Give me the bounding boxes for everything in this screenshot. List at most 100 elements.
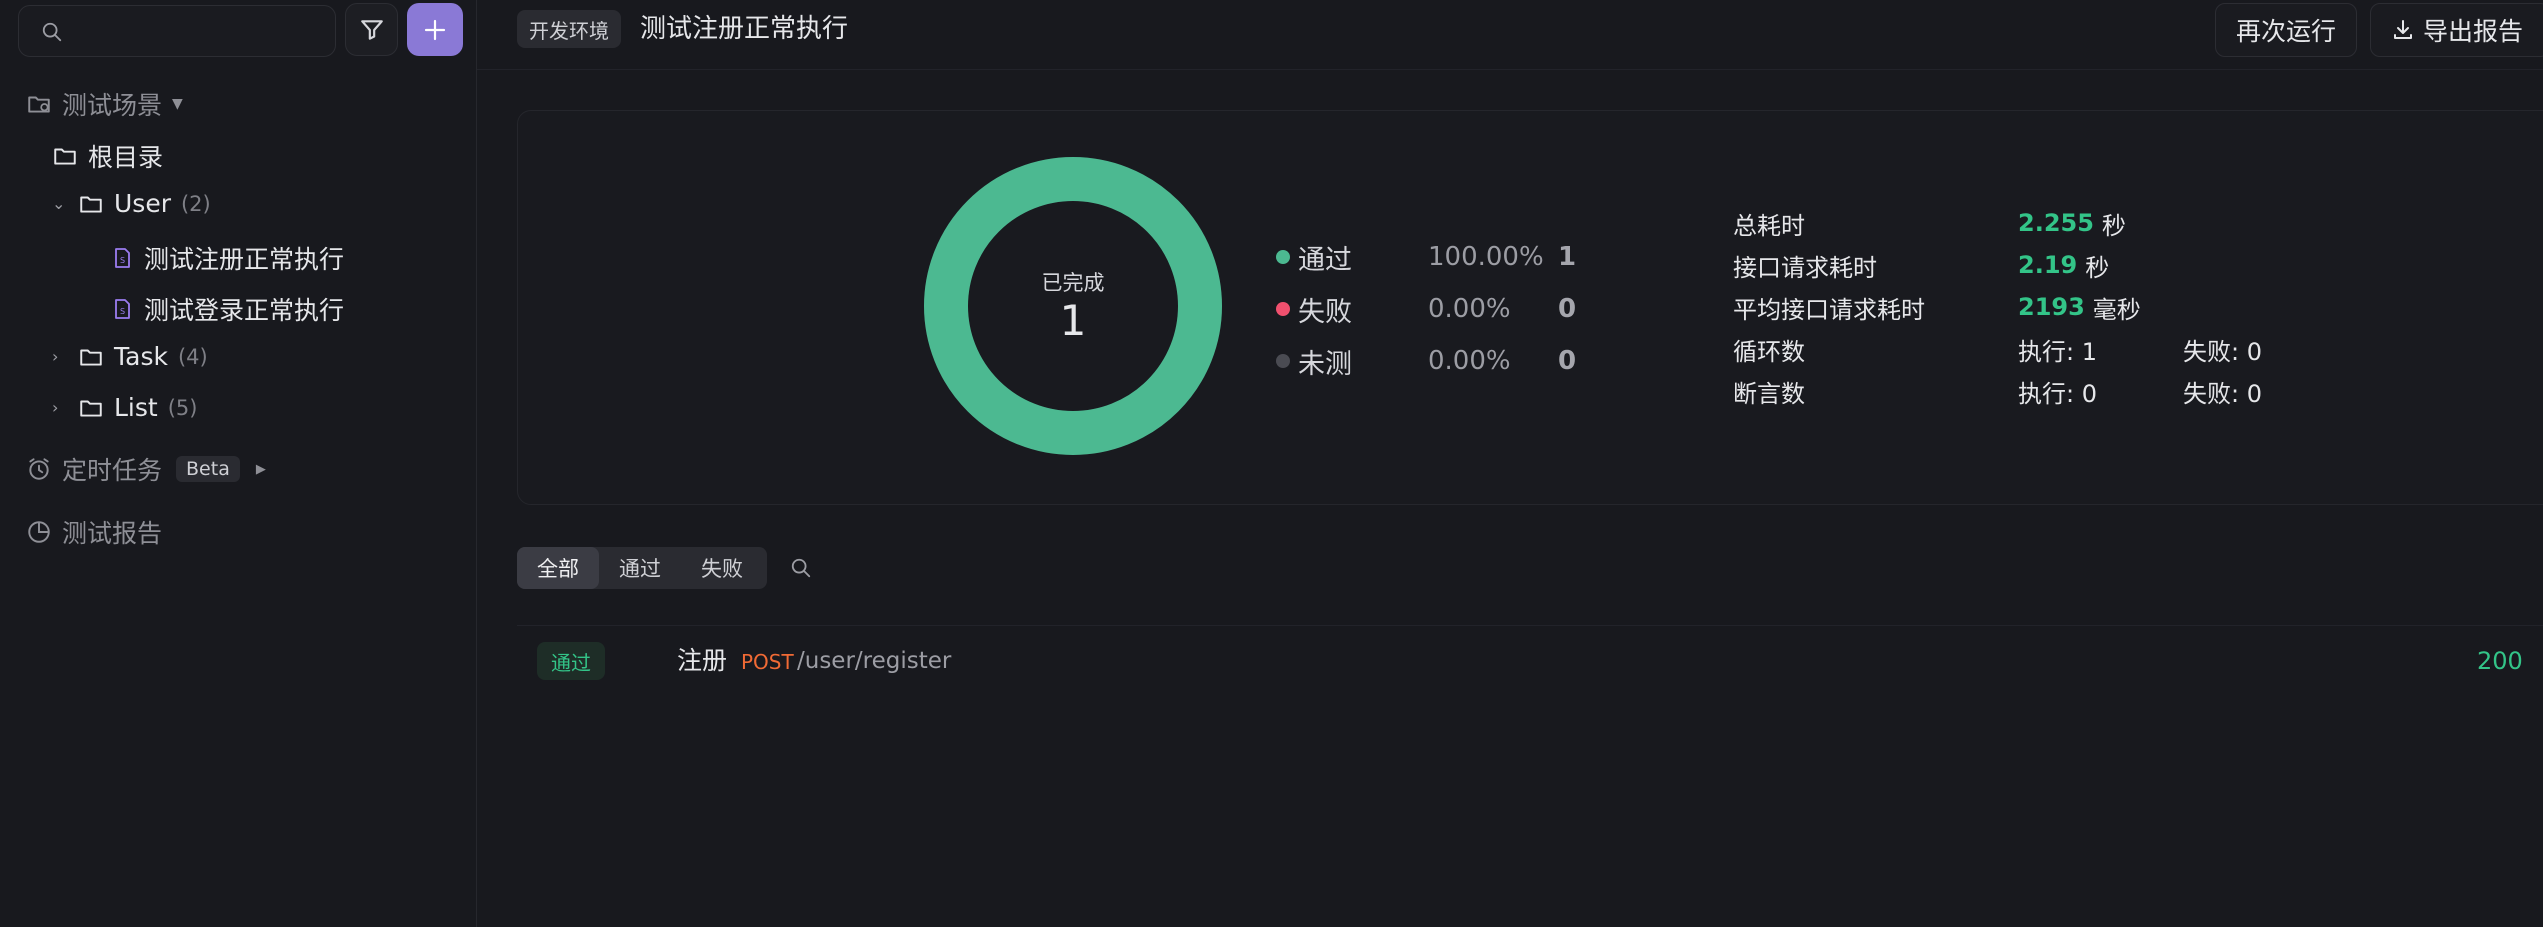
stat-key: 断言数 xyxy=(1733,379,1805,408)
add-button[interactable] xyxy=(407,3,463,56)
tree-item-list[interactable]: › List (5) xyxy=(52,393,197,422)
folder-icon xyxy=(80,196,102,213)
tree-item-label: User xyxy=(114,189,171,218)
legend-count: 0 xyxy=(1558,346,1577,376)
tree-item-label: Task xyxy=(114,342,168,371)
tab-all[interactable]: 全部 xyxy=(517,547,599,589)
tab-fail[interactable]: 失败 xyxy=(681,547,763,589)
status-badge: 通过 xyxy=(537,642,605,680)
test-case-icon: S xyxy=(115,248,130,268)
stat-value: 2193 xyxy=(2018,293,2085,321)
donut-center-value: 1 xyxy=(1059,296,1087,345)
test-case-icon: S xyxy=(115,299,130,319)
caret-down-icon: ▼ xyxy=(172,96,183,112)
search-input[interactable] xyxy=(73,16,323,48)
stat-value: 2.19 xyxy=(2018,251,2078,279)
section-test-reports[interactable]: 测试报告 xyxy=(26,514,162,550)
stat-assertions: 断言数 执行: 0 失败: 0 xyxy=(1733,373,2262,409)
tree-item-label: List xyxy=(114,393,158,422)
folder-icon xyxy=(54,148,76,165)
search-box[interactable] xyxy=(18,5,336,57)
chevron-down-icon: ⌄ xyxy=(52,194,66,213)
tree-item-count: (5) xyxy=(167,395,198,420)
section-scheduled-tasks[interactable]: 定时任务 Beta ▶ xyxy=(26,451,266,487)
tree-item-label: 测试登录正常执行 xyxy=(144,296,345,325)
svg-text:S: S xyxy=(120,256,125,265)
legend-percent: 0.00% xyxy=(1428,346,1511,376)
legend-count: 1 xyxy=(1558,242,1577,272)
stat-unit: 毫秒 xyxy=(2092,295,2141,324)
export-report-button[interactable]: 导出报告 xyxy=(2370,3,2543,57)
section-test-scenarios[interactable]: 测试场景 ▼ xyxy=(26,86,183,122)
tree-item-task[interactable]: › Task (4) xyxy=(52,342,208,371)
top-bar: 开发环境 测试注册正常执行 再次运行 导出报告 xyxy=(477,0,2543,70)
stat-fail: 失败: 0 xyxy=(2183,379,2262,408)
legend-fail: 失败 0.00% 0 xyxy=(1276,289,1598,329)
tree-item-label: 根目录 xyxy=(88,143,164,172)
stat-key: 循环数 xyxy=(1733,337,1805,366)
legend-pass: 通过 100.00% 1 xyxy=(1276,237,1598,277)
rerun-label: 再次运行 xyxy=(2236,17,2337,46)
stat-exec: 执行: 0 xyxy=(2018,379,2097,408)
stat-key: 平均接口请求耗时 xyxy=(1733,295,1925,324)
svg-text:S: S xyxy=(120,307,125,316)
legend-count: 0 xyxy=(1558,294,1577,324)
stat-fail: 失败: 0 xyxy=(2183,337,2262,366)
legend-untested: 未测 0.00% 0 xyxy=(1276,341,1598,381)
stat-value: 2.255 xyxy=(2018,209,2094,237)
caret-right-icon: ▶ xyxy=(255,461,266,477)
stat-avg-request-time: 平均接口请求耗时 2193 毫秒 xyxy=(1733,289,2141,325)
stat-key: 接口请求耗时 xyxy=(1733,253,1877,282)
tab-pass[interactable]: 通过 xyxy=(599,547,681,589)
legend-label: 未测 xyxy=(1298,348,1352,380)
alarm-clock-icon xyxy=(29,458,49,480)
search-icon[interactable] xyxy=(790,557,812,579)
legend-percent: 0.00% xyxy=(1428,294,1511,324)
donut-center: 已完成 1 xyxy=(923,156,1223,456)
chevron-right-icon: › xyxy=(52,347,59,366)
summary-card: 已完成 1 通过 100.00% 1 失败 0.00% 0 未测 0.00% 0… xyxy=(517,110,2543,505)
tree-item-case-login[interactable]: S 测试登录正常执行 xyxy=(110,291,344,327)
download-icon xyxy=(2394,20,2412,39)
filter-button[interactable] xyxy=(345,3,398,56)
beta-badge: Beta xyxy=(176,456,240,482)
stat-unit: 秒 xyxy=(2101,211,2126,240)
section-label: 测试场景 xyxy=(62,91,163,120)
export-label: 导出报告 xyxy=(2423,17,2524,46)
rerun-button[interactable]: 再次运行 xyxy=(2215,3,2358,57)
tree-item-user[interactable]: ⌄ User (2) xyxy=(52,189,211,218)
filter-icon xyxy=(360,19,383,40)
stat-request-time: 接口请求耗时 2.19 秒 xyxy=(1733,247,2109,283)
request-path: /user/register xyxy=(797,648,952,674)
donut-center-label: 已完成 xyxy=(1041,271,1105,295)
stat-exec: 执行: 1 xyxy=(2018,337,2097,366)
folder-icon xyxy=(80,400,102,417)
pass-dot-icon xyxy=(1276,250,1290,264)
legend-percent: 100.00% xyxy=(1428,242,1544,272)
stat-total-time: 总耗时 2.255 秒 xyxy=(1733,205,2126,241)
stat-unit: 秒 xyxy=(2085,253,2110,282)
divider xyxy=(517,625,2543,626)
tree-item-case-register[interactable]: S 测试注册正常执行 xyxy=(110,240,344,276)
tree-item-count: (4) xyxy=(177,344,208,369)
legend-label: 通过 xyxy=(1298,244,1352,276)
stat-loops: 循环数 执行: 1 失败: 0 xyxy=(1733,331,2262,367)
response-status-code: 200 xyxy=(2477,647,2523,675)
stat-key: 总耗时 xyxy=(1733,211,1805,240)
untested-dot-icon xyxy=(1276,354,1290,368)
folder-icon xyxy=(80,349,102,366)
request-method: POST xyxy=(741,650,794,674)
fail-dot-icon xyxy=(1276,302,1290,316)
request-name: 注册 xyxy=(677,646,728,675)
section-label: 测试报告 xyxy=(62,519,163,548)
result-filter-tabs: 全部 通过 失败 xyxy=(517,547,767,589)
pie-chart-icon xyxy=(28,521,50,543)
tree-item-root[interactable]: 根目录 xyxy=(52,138,163,174)
page-title: 测试注册正常执行 xyxy=(640,14,849,44)
tree-item-count: (2) xyxy=(180,191,211,216)
plus-icon xyxy=(424,19,446,40)
search-icon xyxy=(42,22,62,42)
scenario-folder-icon xyxy=(28,96,50,113)
environment-tag[interactable]: 开发环境 xyxy=(517,10,621,48)
sidebar: 测试场景 ▼ 根目录 ⌄ User (2) S 测试注册正常执行 S 测试登录正… xyxy=(0,0,477,927)
